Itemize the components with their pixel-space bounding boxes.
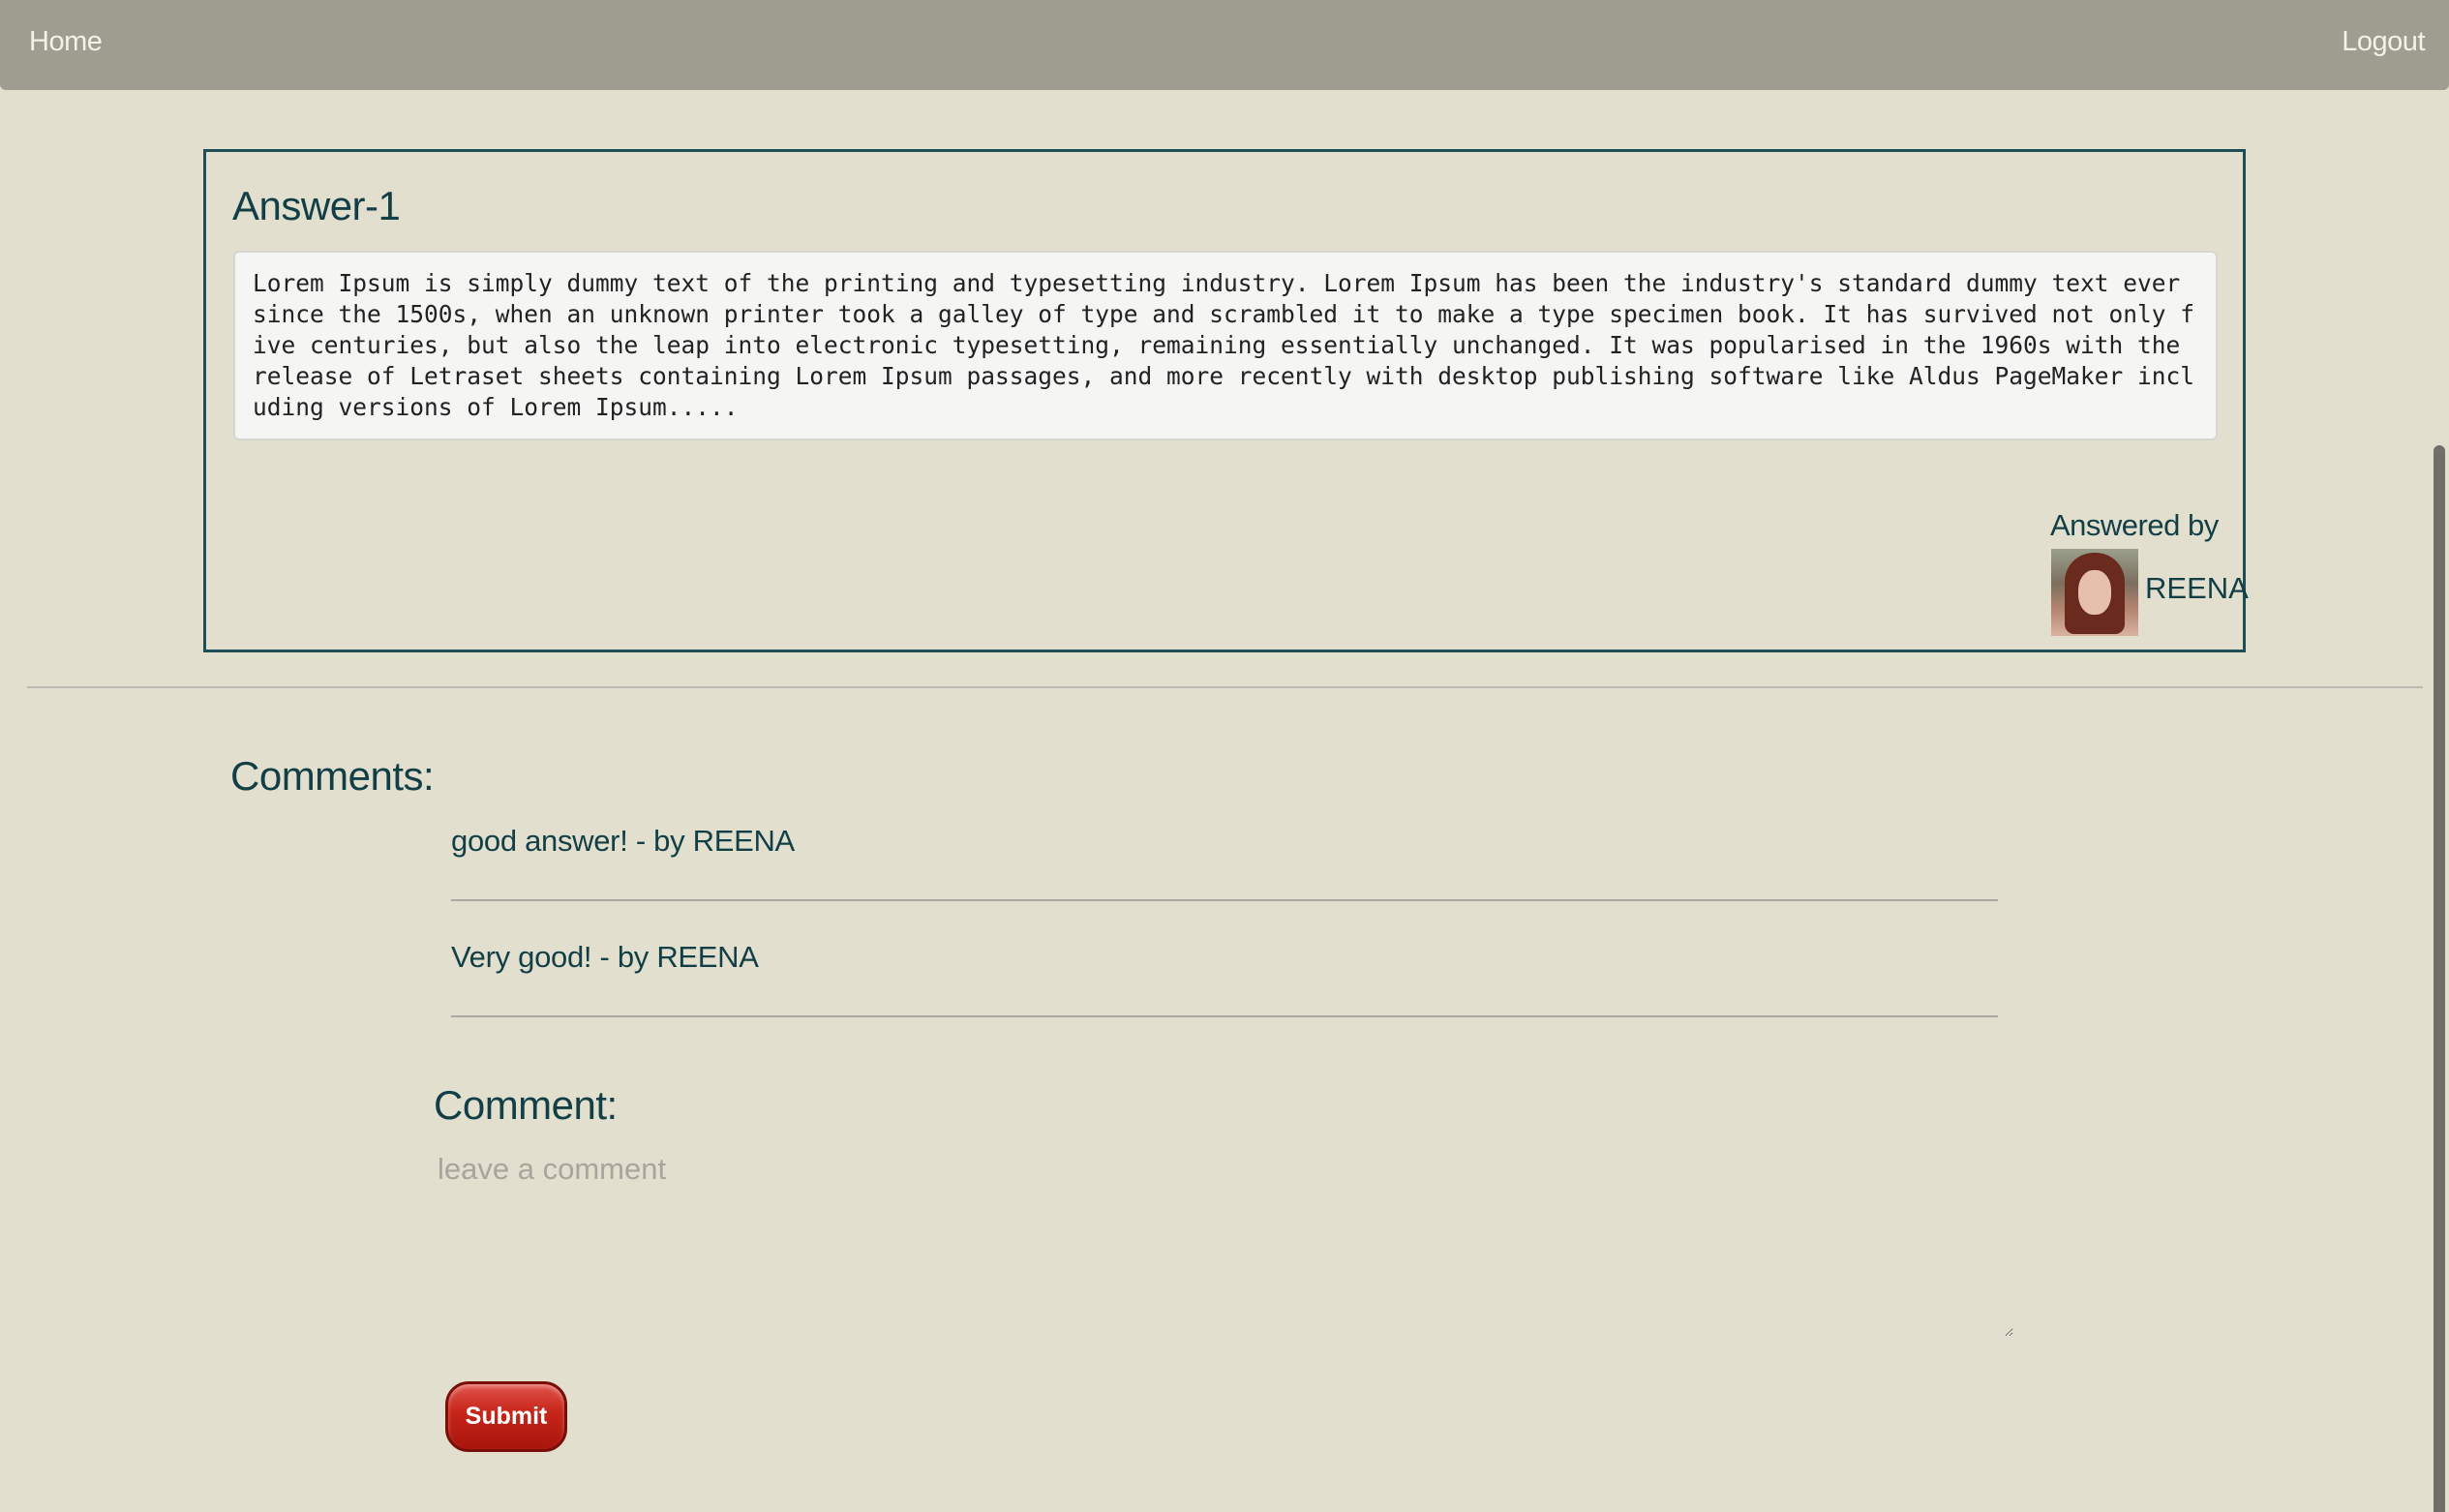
comment-item: good answer! - by REENA xyxy=(451,824,795,858)
section-divider xyxy=(27,686,2423,688)
scrollbar-thumb[interactable] xyxy=(2434,445,2445,1512)
answered-by-label: Answered by xyxy=(2050,508,2219,542)
answer-title: Answer-1 xyxy=(232,183,401,228)
comments-heading: Comments: xyxy=(230,753,435,799)
answer-body: Lorem Ipsum is simply dummy text of the … xyxy=(233,251,2218,440)
comment-item: Very good! - by REENA xyxy=(451,940,759,974)
answer-panel: Answer-1 Lorem Ipsum is simply dummy tex… xyxy=(203,149,2249,652)
author-name: REENA xyxy=(2145,571,2249,605)
home-link[interactable]: Home xyxy=(29,26,103,58)
avatar-face xyxy=(2078,570,2111,615)
comment-form-label: Comment: xyxy=(434,1082,618,1128)
logout-link[interactable]: Logout xyxy=(2342,26,2425,58)
comment-divider xyxy=(451,899,1998,901)
comment-textarea[interactable] xyxy=(434,1148,2013,1337)
author-avatar xyxy=(2051,549,2138,636)
top-navbar: Home Logout xyxy=(0,0,2449,90)
comment-divider xyxy=(451,1015,1998,1017)
submit-button[interactable]: Submit xyxy=(445,1381,567,1452)
